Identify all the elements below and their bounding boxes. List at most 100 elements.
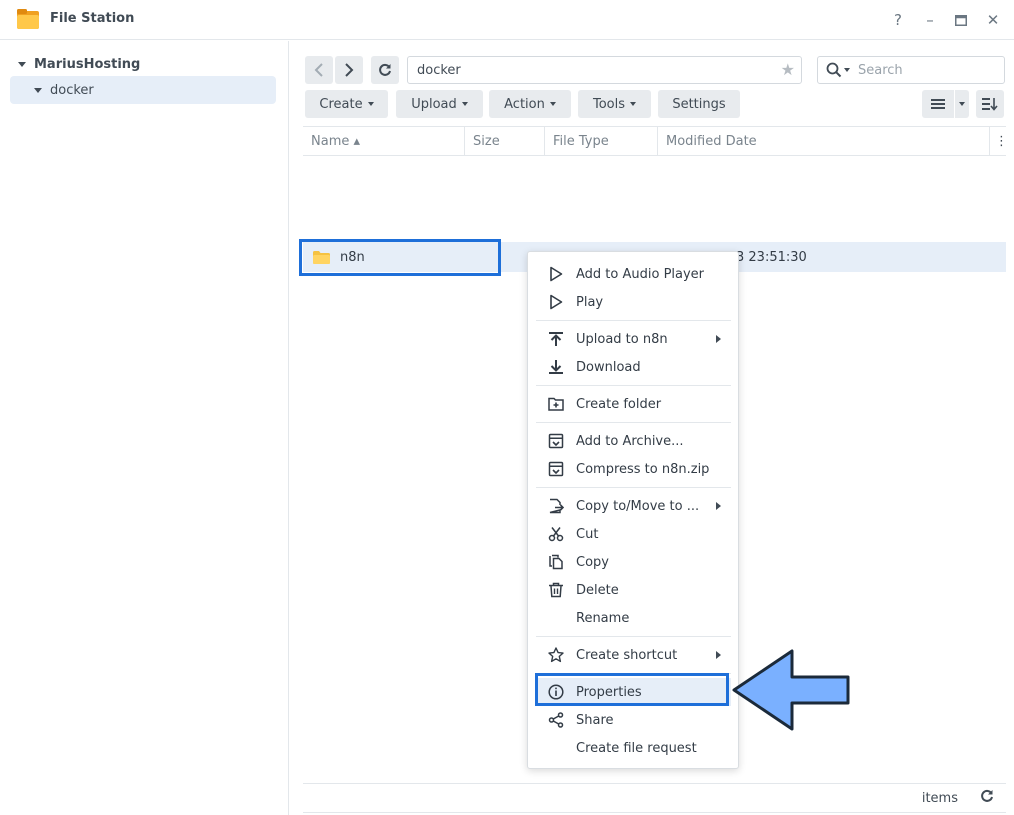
search-dropdown-caret-icon[interactable] xyxy=(844,68,850,72)
pointer-arrow-icon xyxy=(732,649,850,731)
menu-label: Play xyxy=(576,294,604,310)
column-options-icon[interactable]: ⋮ xyxy=(990,127,1008,156)
menu-item-create-shortcut[interactable]: Create shortcut xyxy=(536,641,731,669)
chevron-right-icon xyxy=(345,63,354,77)
caret-down-icon xyxy=(461,102,468,106)
caret-down-icon xyxy=(367,102,374,106)
settings-button[interactable]: Settings xyxy=(658,90,740,118)
chevron-left-icon xyxy=(314,63,323,77)
refresh-button[interactable] xyxy=(371,56,399,84)
download-icon xyxy=(549,360,563,374)
file-modified-date: 3 23:51:30 xyxy=(736,249,807,265)
share-icon xyxy=(548,712,564,728)
menu-item-cut[interactable]: Cut xyxy=(536,520,731,548)
forward-button[interactable] xyxy=(335,56,363,84)
menu-item-add-to-archive[interactable]: Add to Archive... xyxy=(536,427,731,455)
submenu-arrow-icon xyxy=(716,502,721,510)
path-value: docker xyxy=(417,62,461,78)
refresh-icon[interactable] xyxy=(980,789,994,807)
help-icon[interactable]: ? xyxy=(888,10,908,30)
upload-button[interactable]: Upload xyxy=(396,90,483,118)
star-icon[interactable]: ★ xyxy=(781,60,795,79)
menu-label: Compress to n8n.zip xyxy=(576,461,710,477)
scissors-icon xyxy=(548,527,564,542)
view-dropdown-button[interactable] xyxy=(955,90,969,118)
menu-label: Copy to/Move to ... xyxy=(576,498,700,514)
action-button[interactable]: Action xyxy=(489,90,571,118)
column-file-type[interactable]: File Type xyxy=(545,127,658,156)
menu-separator xyxy=(536,636,731,637)
create-folder-icon xyxy=(548,397,564,411)
menu-label: Add to Audio Player xyxy=(576,266,705,282)
menu-item-rename[interactable]: Rename xyxy=(536,604,731,632)
tools-button[interactable]: Tools xyxy=(578,90,651,118)
archive-icon xyxy=(548,433,564,449)
tree-root-label: MariusHosting xyxy=(34,56,141,72)
menu-separator xyxy=(536,385,731,386)
search-placeholder: Search xyxy=(858,62,903,78)
play-icon xyxy=(550,266,563,282)
column-modified-date[interactable]: Modified Date xyxy=(658,127,990,156)
menu-item-copy[interactable]: Copy xyxy=(536,548,731,576)
menu-label: Upload to n8n xyxy=(576,331,668,347)
list-view-icon xyxy=(931,99,945,109)
minimize-icon[interactable]: – xyxy=(920,10,940,30)
back-button[interactable] xyxy=(305,56,333,84)
submenu-arrow-icon xyxy=(716,335,721,343)
create-button[interactable]: Create xyxy=(305,90,388,118)
maximize-icon[interactable] xyxy=(951,10,971,30)
action-label: Action xyxy=(504,96,545,112)
settings-label: Settings xyxy=(672,96,726,112)
column-size[interactable]: Size xyxy=(465,127,545,156)
tools-label: Tools xyxy=(592,96,626,112)
star-outline-icon xyxy=(548,647,564,663)
search-icon xyxy=(826,62,842,78)
column-header-row: Name ▴ Size File Type Modified Date ⋮ xyxy=(303,126,1008,156)
tree-root-mariushosting[interactable]: MariusHosting xyxy=(18,54,140,74)
refresh-icon xyxy=(379,63,391,76)
window-title: File Station xyxy=(50,11,135,26)
submenu-arrow-icon xyxy=(716,651,721,659)
close-icon[interactable]: ✕ xyxy=(983,10,1003,30)
status-footer: items xyxy=(303,783,1006,813)
sort-icon xyxy=(982,98,998,111)
list-view-button[interactable] xyxy=(922,90,954,118)
menu-item-upload-to-n8n[interactable]: Upload to n8n xyxy=(536,325,731,353)
column-name[interactable]: Name ▴ xyxy=(303,127,465,156)
menu-label: Share xyxy=(576,712,614,728)
menu-item-share[interactable]: Share xyxy=(536,706,731,734)
copy-icon xyxy=(549,554,563,570)
menu-separator xyxy=(536,422,731,423)
trash-icon xyxy=(549,582,563,598)
menu-label: Rename xyxy=(576,610,630,626)
search-input[interactable]: Search xyxy=(817,56,1005,84)
menu-item-delete[interactable]: Delete xyxy=(536,576,731,604)
caret-down-icon xyxy=(630,102,637,106)
file-station-icon xyxy=(17,9,39,29)
menu-item-play[interactable]: Play xyxy=(536,288,731,316)
menu-item-download[interactable]: Download xyxy=(536,353,731,381)
play-icon xyxy=(550,294,563,310)
menu-label: Create file request xyxy=(576,740,697,756)
copy-move-icon xyxy=(549,498,564,514)
menu-item-add-to-audio-player[interactable]: Add to Audio Player xyxy=(536,260,731,288)
menu-label: Create shortcut xyxy=(576,647,678,663)
expand-caret-icon[interactable] xyxy=(18,61,26,67)
path-input[interactable]: docker ★ xyxy=(407,56,802,84)
upload-label: Upload xyxy=(411,96,457,112)
menu-separator xyxy=(536,320,731,321)
sort-button[interactable] xyxy=(976,90,1004,118)
tree-item-docker[interactable]: docker xyxy=(10,76,276,104)
expand-caret-icon[interactable] xyxy=(34,87,42,93)
caret-down-icon xyxy=(959,102,965,106)
menu-item-create-file-request[interactable]: Create file request xyxy=(536,734,731,762)
menu-item-compress[interactable]: Compress to n8n.zip xyxy=(536,455,731,483)
title-bar: File Station ? – ✕ xyxy=(0,0,1014,40)
sidebar: MariusHosting docker xyxy=(0,41,289,815)
folder-highlight-box xyxy=(299,239,501,276)
menu-separator xyxy=(536,487,731,488)
menu-item-copy-move[interactable]: Copy to/Move to ... xyxy=(536,492,731,520)
menu-item-create-folder[interactable]: Create folder xyxy=(536,390,731,418)
menu-label: Delete xyxy=(576,582,619,598)
archive-icon xyxy=(548,461,564,477)
